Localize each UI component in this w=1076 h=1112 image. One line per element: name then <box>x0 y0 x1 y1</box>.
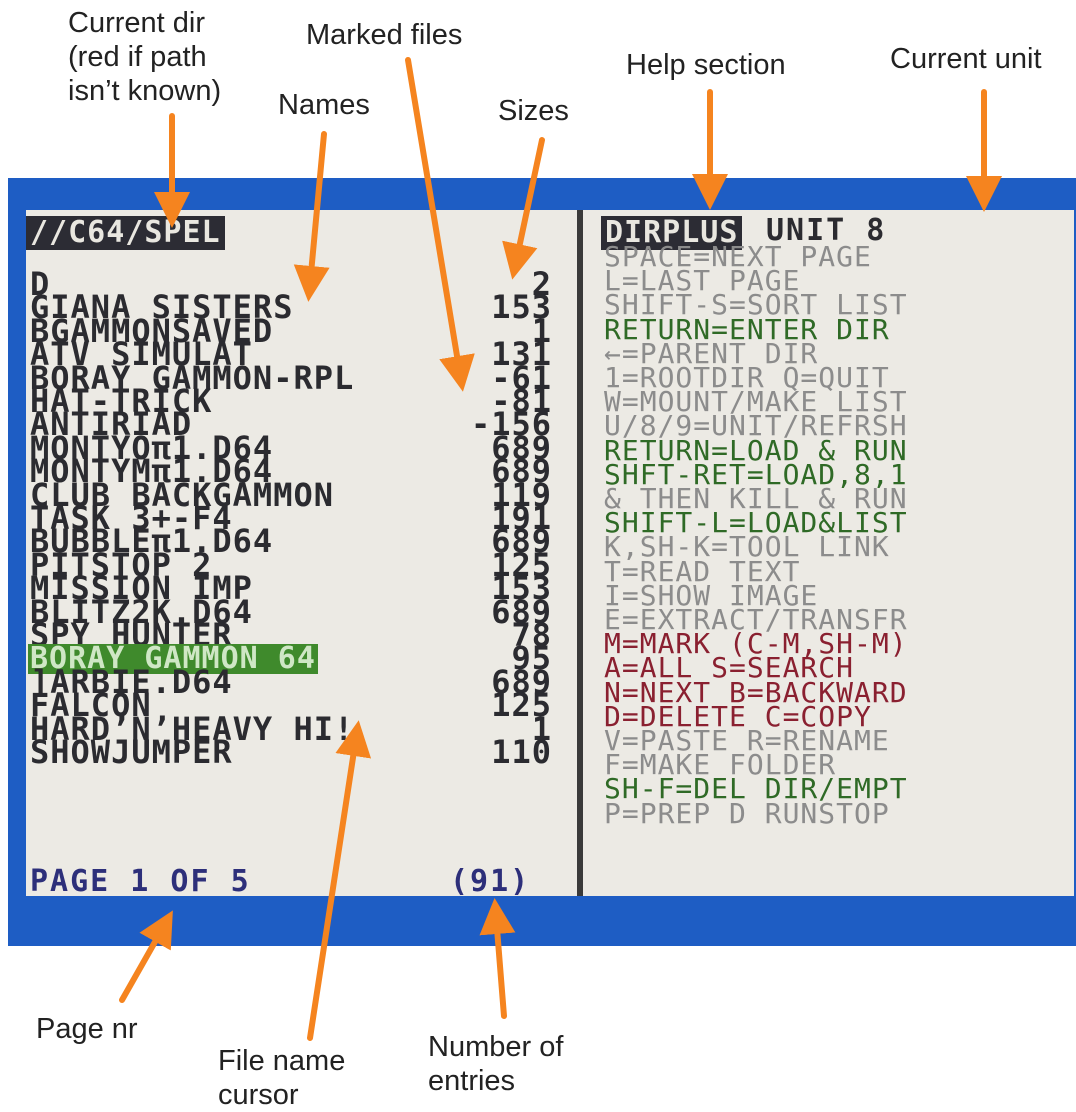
panel-divider <box>577 210 583 896</box>
annotation-current-unit: Current unit <box>890 43 1042 75</box>
annotation-file-name-cursor: File name cursor <box>218 1044 345 1112</box>
annotation-entries-line1: Number of <box>428 1031 564 1063</box>
annotation-help-section: Help section <box>626 49 786 81</box>
annotation-current-dir-line1: Current dir <box>68 7 205 39</box>
annotation-current-dir-line2: (red if path <box>68 41 207 73</box>
annotation-cursor-line2: cursor <box>218 1079 299 1111</box>
c64-screen: //C64/SPEL D 2 GIANA SISTERS 153 BGAMMONSAVE… <box>26 210 1074 899</box>
annotation-sizes: Sizes <box>498 95 569 127</box>
annotation-entries-line2: entries <box>428 1065 516 1097</box>
annotation-cursor-line1: File name <box>218 1045 346 1077</box>
file-size: 110 <box>491 733 552 771</box>
annotation-number-of-entries: Number of entries <box>428 1030 563 1098</box>
page-number: PAGE 1 OF 5 <box>30 864 251 899</box>
annotation-marked-files: Marked files <box>306 19 463 51</box>
entry-count: (91) <box>450 864 531 899</box>
current-dir-path: //C64/SPEL <box>26 216 225 250</box>
annotation-current-dir: Current dir (red if path isn’t known) <box>68 6 221 108</box>
annotation-page-nr: Page nr <box>36 1013 138 1045</box>
annotation-names: Names <box>278 89 370 121</box>
file-name[interactable]: SHOWJUMPER <box>30 736 233 769</box>
help-line: P=PREP D RUNSTOP <box>604 796 890 830</box>
annotation-current-dir-line3: isn’t known) <box>68 75 222 107</box>
